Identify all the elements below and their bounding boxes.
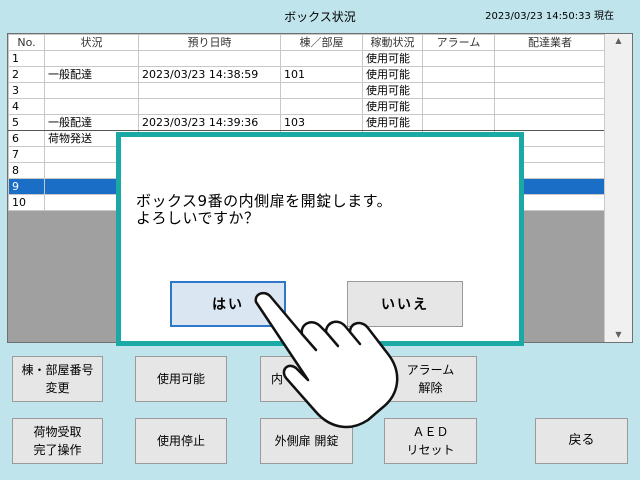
cell-carrier	[494, 66, 606, 83]
cell-no: 1	[8, 50, 45, 67]
cell-status	[44, 98, 139, 115]
cell-operation: 使用可能	[362, 82, 423, 99]
current-datetime: 2023/03/23 14:50:33 現在	[485, 11, 614, 22]
scroll-up-arrow-icon[interactable]: ▲	[605, 34, 632, 48]
cell-alarm	[422, 66, 495, 83]
change-room-button[interactable]: 棟・部屋番号 変更	[12, 356, 103, 402]
table-row[interactable]: 4 使用可能	[8, 98, 606, 115]
cell-status: 一般配達	[44, 66, 139, 83]
table-row[interactable]: 5 一般配達 2023/03/23 14:39:36 103 使用可能	[8, 114, 606, 131]
col-header-no: No.	[8, 34, 45, 51]
cell-carrier	[494, 82, 606, 99]
receive-complete-button[interactable]: 荷物受取 完了操作	[12, 418, 103, 464]
cell-status: 一般配達	[44, 114, 139, 131]
cell-no: 6	[8, 130, 45, 147]
enable-button[interactable]: 使用可能	[135, 356, 227, 402]
cell-datetime: 2023/03/23 14:39:36	[138, 114, 281, 131]
cell-room: 101	[280, 66, 363, 83]
cell-no: 8	[8, 162, 45, 179]
cell-no: 10	[8, 194, 45, 211]
cell-no: 5	[8, 114, 45, 131]
table-row[interactable]: 1 使用可能	[8, 50, 606, 67]
col-header-room: 棟／部屋	[280, 34, 363, 51]
cell-status	[44, 82, 139, 99]
cell-room	[280, 98, 363, 115]
cell-alarm	[422, 114, 495, 131]
cell-no: 9	[8, 178, 45, 195]
cell-operation: 使用可能	[362, 50, 423, 67]
table-header-row: No. 状況 預り日時 棟／部屋 稼動状況 アラーム 配達業者	[8, 34, 606, 51]
cell-datetime: 2023/03/23 14:38:59	[138, 66, 281, 83]
back-button[interactable]: 戻る	[535, 418, 628, 464]
cell-operation: 使用可能	[362, 114, 423, 131]
table-row[interactable]: 3 使用可能	[8, 82, 606, 99]
col-header-operation: 稼動状況	[362, 34, 423, 51]
cell-carrier	[494, 50, 606, 67]
table-scrollbar[interactable]: ▲ ▼	[604, 34, 632, 342]
cell-operation: 使用可能	[362, 98, 423, 115]
cell-status	[44, 50, 139, 67]
col-header-status: 状況	[44, 34, 139, 51]
cell-alarm	[422, 82, 495, 99]
cell-room	[280, 50, 363, 67]
cell-room	[280, 82, 363, 99]
cell-no: 7	[8, 146, 45, 163]
table-row[interactable]: 2 一般配達 2023/03/23 14:38:59 101 使用可能	[8, 66, 606, 83]
cell-datetime	[138, 50, 281, 67]
cell-carrier	[494, 98, 606, 115]
cell-room: 103	[280, 114, 363, 131]
pointing-hand-icon	[254, 291, 399, 429]
col-header-carrier: 配達業者	[494, 34, 606, 51]
cell-datetime	[138, 98, 281, 115]
cell-no: 4	[8, 98, 45, 115]
scroll-down-arrow-icon[interactable]: ▼	[605, 328, 632, 342]
cell-no: 2	[8, 66, 45, 83]
cell-alarm	[422, 98, 495, 115]
cell-no: 3	[8, 82, 45, 99]
disable-button[interactable]: 使用停止	[135, 418, 227, 464]
cell-datetime	[138, 82, 281, 99]
col-header-alarm: アラーム	[422, 34, 495, 51]
cell-carrier	[494, 114, 606, 131]
cell-operation: 使用可能	[362, 66, 423, 83]
cell-alarm	[422, 50, 495, 67]
col-header-datetime: 預り日時	[138, 34, 281, 51]
dialog-message: ボックス9番の内側扉を開錠します。 よろしいですか？	[136, 192, 393, 227]
